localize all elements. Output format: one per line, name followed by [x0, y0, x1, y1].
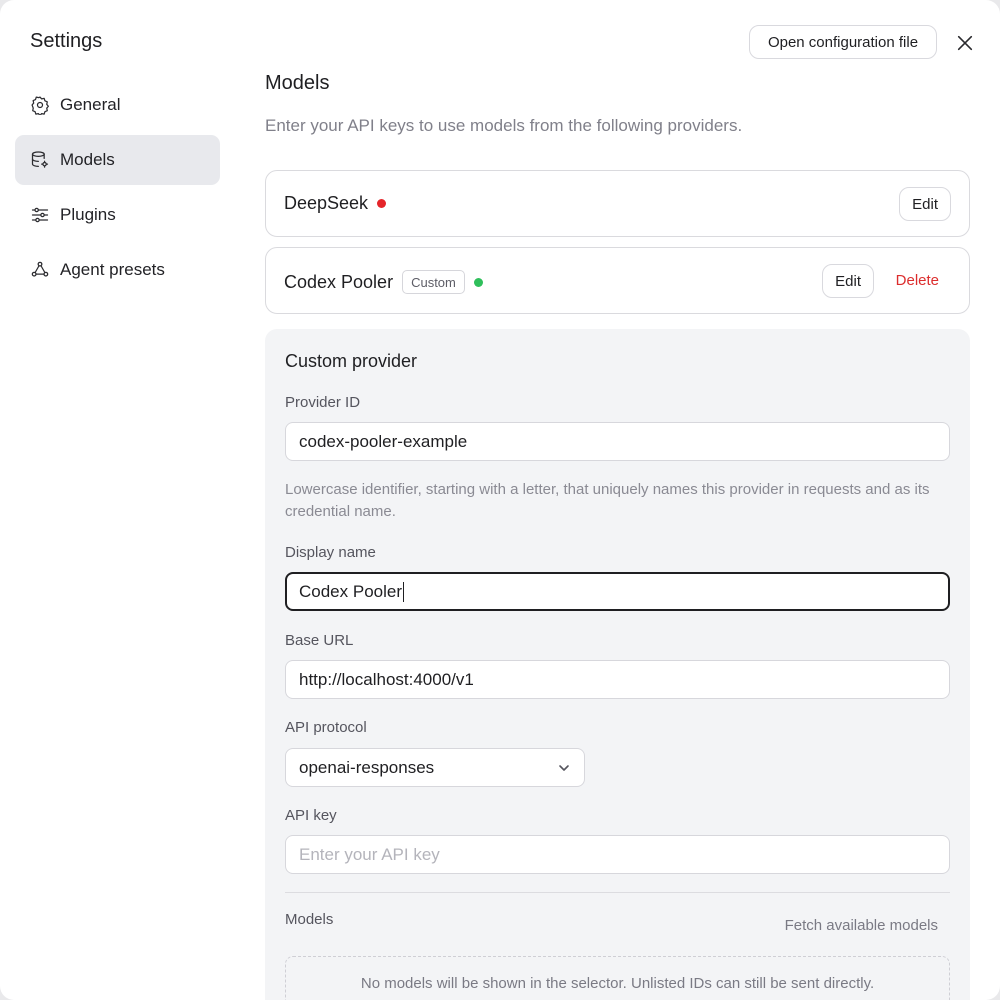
sidebar-item-label: General	[60, 95, 121, 114]
models-empty-state: No models will be shown in the selector.…	[285, 956, 950, 1000]
network-icon	[29, 259, 51, 281]
sidebar-item-label: Plugins	[60, 205, 116, 224]
display-name-label: Display name	[285, 544, 376, 561]
models-label: Models	[285, 911, 334, 928]
provider-id-help: Lowercase identifier, starting with a le…	[285, 481, 930, 520]
models-empty-text: No models will be shown in the selector.…	[360, 975, 875, 992]
form-title: Custom provider	[285, 351, 418, 371]
base-url-input[interactable]: http://localhost:4000/v1	[285, 660, 950, 699]
edit-codex-pooler-button[interactable]: Edit	[822, 264, 874, 298]
provider-name: DeepSeek	[284, 193, 369, 213]
sliders-icon	[29, 204, 51, 226]
sidebar-item-label: Agent presets	[60, 260, 165, 279]
gear-icon	[29, 94, 51, 116]
provider-name: Codex Pooler	[284, 271, 394, 292]
page-description: Enter your API keys to use models from t…	[265, 116, 743, 135]
page-title: Models	[265, 72, 330, 94]
display-name-value: Codex Pooler	[299, 581, 403, 601]
custom-badge: Custom	[402, 270, 465, 294]
fetch-available-models-button[interactable]: Fetch available models	[785, 917, 938, 934]
edit-deepseek-button[interactable]: Edit	[899, 187, 951, 221]
base-url-label: Base URL	[285, 632, 354, 649]
sidebar-nav: General Models Plugins Agent presets	[15, 80, 220, 300]
sidebar-item-agent-presets[interactable]: Agent presets	[15, 245, 220, 295]
status-dot-green	[473, 277, 483, 287]
provider-id-value: codex-pooler-example	[299, 431, 468, 451]
api-key-placeholder: Enter your API key	[299, 844, 440, 864]
provider-id-input[interactable]: codex-pooler-example	[285, 422, 950, 461]
api-key-input[interactable]: Enter your API key	[285, 835, 950, 874]
text-caret	[403, 581, 405, 602]
sidebar-item-general[interactable]: General	[15, 80, 220, 130]
api-protocol-select[interactable]: openai-responses	[285, 748, 585, 787]
chevron-down-icon	[559, 764, 569, 771]
custom-provider-form: Custom provider Provider ID codex-pooler…	[265, 329, 970, 1000]
sidebar-item-plugins[interactable]: Plugins	[15, 190, 220, 240]
database-settings-icon	[29, 149, 51, 171]
provider-id-label: Provider ID	[285, 394, 361, 411]
provider-card-deepseek: DeepSeek Edit	[265, 170, 970, 237]
delete-codex-pooler-button[interactable]: Delete	[896, 272, 939, 289]
base-url-value: http://localhost:4000/v1	[299, 669, 474, 689]
display-name-input[interactable]: Codex Pooler	[285, 572, 950, 611]
api-protocol-value: openai-responses	[299, 757, 435, 777]
sidebar-item-models[interactable]: Models	[15, 135, 220, 185]
status-dot-red	[377, 199, 387, 208]
divider	[285, 892, 950, 893]
provider-card-codex-pooler: Codex Pooler Custom Edit Delete	[265, 247, 970, 314]
sidebar-title: Settings	[30, 30, 103, 52]
sidebar: Settings General Models Plugins Agent pr…	[0, 0, 240, 1000]
api-key-label: API key	[285, 807, 337, 824]
sidebar-item-label: Models	[60, 150, 115, 169]
settings-dialog: Settings General Models Plugins Agent pr…	[0, 0, 1000, 1000]
api-protocol-label: API protocol	[285, 719, 367, 736]
main-content: Models Enter your API keys to use models…	[265, 0, 970, 1000]
